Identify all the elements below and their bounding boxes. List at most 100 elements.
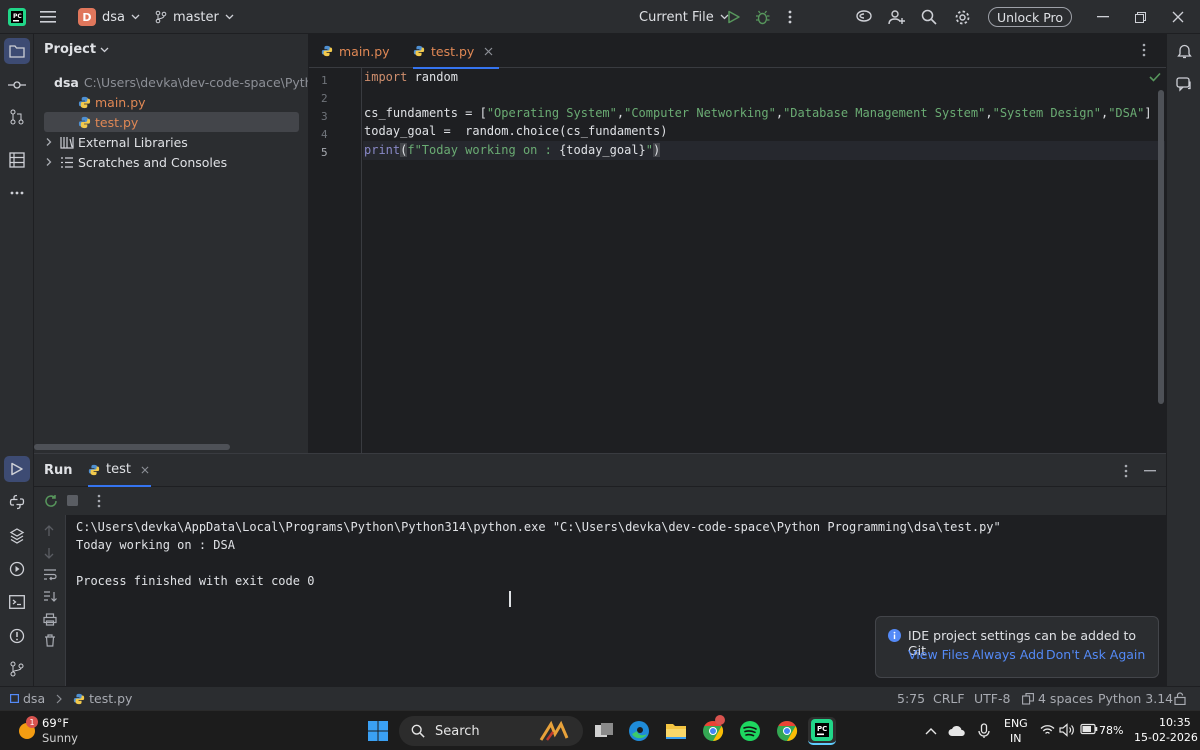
chrome-profile-icon[interactable] bbox=[773, 717, 801, 745]
breadcrumb: dsa test.py bbox=[10, 687, 132, 710]
commit-tool-button[interactable] bbox=[4, 72, 30, 98]
run-toolbar-more-icon[interactable] bbox=[97, 494, 101, 508]
restore-window-icon[interactable] bbox=[1135, 0, 1146, 34]
python-interpreter[interactable]: Python 3.14 bbox=[1098, 687, 1173, 710]
run-button[interactable] bbox=[727, 0, 741, 34]
breadcrumb-file[interactable]: test.py bbox=[89, 691, 132, 706]
main-menu-icon[interactable] bbox=[40, 0, 56, 34]
battery-icon[interactable] bbox=[1080, 723, 1098, 735]
trash-icon[interactable] bbox=[44, 634, 56, 647]
code-text: today_goal = random.choice(cs_fundaments… bbox=[364, 124, 668, 138]
tab-test-py[interactable]: test.py bbox=[413, 34, 500, 69]
pycharm-taskbar-icon[interactable]: PC bbox=[808, 717, 836, 745]
stop-icon[interactable] bbox=[67, 495, 78, 506]
edge-browser-icon[interactable] bbox=[625, 717, 653, 745]
project-panel-header[interactable]: Project bbox=[44, 42, 109, 57]
add-user-icon[interactable] bbox=[888, 0, 906, 34]
language-code[interactable]: ENG bbox=[1004, 717, 1028, 730]
file-encoding[interactable]: UTF-8 bbox=[974, 687, 1010, 710]
tree-scratches-consoles[interactable]: Scratches and Consoles bbox=[44, 152, 299, 172]
console-output-line: Process finished with exit code 0 bbox=[76, 574, 315, 588]
run-tab-test[interactable]: test bbox=[88, 454, 151, 487]
indent-setting[interactable]: 4 spaces bbox=[1022, 687, 1093, 710]
editor-vertical-scrollbar[interactable] bbox=[1158, 90, 1164, 404]
ai-assistant-icon[interactable] bbox=[855, 0, 873, 34]
show-hidden-icons-chevron-icon[interactable] bbox=[917, 717, 945, 745]
run-config-selector[interactable]: Current File bbox=[639, 0, 729, 34]
code-line-3[interactable]: cs_fundaments = ["Operating System","Com… bbox=[364, 104, 1152, 122]
wifi-icon[interactable] bbox=[1040, 724, 1055, 736]
dont-ask-again-link[interactable]: Don't Ask Again bbox=[1046, 647, 1145, 662]
view-files-link[interactable]: View Files bbox=[908, 647, 969, 662]
line-number: 3 bbox=[321, 110, 328, 123]
string-literal: " bbox=[645, 143, 654, 157]
run-tool-button[interactable] bbox=[4, 456, 30, 482]
close-tab-icon[interactable] bbox=[141, 466, 149, 474]
scroll-up-icon[interactable] bbox=[44, 525, 54, 537]
more-tools-icon[interactable] bbox=[4, 180, 30, 206]
caret-position[interactable]: 5:75 bbox=[897, 687, 925, 710]
print-icon[interactable] bbox=[43, 613, 57, 626]
line-separator[interactable]: CRLF bbox=[933, 687, 965, 710]
project-tool-button[interactable] bbox=[4, 38, 30, 64]
python-file-icon bbox=[88, 464, 100, 475]
breadcrumb-project[interactable]: dsa bbox=[23, 691, 45, 706]
scroll-down-icon[interactable] bbox=[44, 547, 54, 559]
run-panel-options-icon[interactable] bbox=[1124, 464, 1128, 478]
minimize-window-icon[interactable] bbox=[1097, 0, 1109, 34]
file-explorer-icon[interactable] bbox=[662, 717, 690, 745]
debug-button[interactable] bbox=[755, 0, 770, 34]
pycharm-logo-icon[interactable]: PC bbox=[8, 0, 26, 34]
taskbar-search[interactable]: Search bbox=[399, 716, 583, 746]
unlock-pro-button[interactable]: Unlock Pro bbox=[988, 7, 1072, 27]
spotify-icon[interactable] bbox=[736, 717, 764, 745]
services-run-tool-button[interactable] bbox=[4, 556, 30, 582]
tree-external-libraries[interactable]: External Libraries bbox=[44, 132, 299, 152]
problems-tool-button[interactable] bbox=[4, 623, 30, 649]
ai-chat-tool-button[interactable] bbox=[1171, 71, 1197, 97]
microphone-icon[interactable] bbox=[970, 717, 998, 745]
no-problems-check-icon[interactable] bbox=[1149, 72, 1161, 82]
tree-file-test-py[interactable]: test.py bbox=[44, 112, 299, 132]
lock-icon[interactable] bbox=[1174, 687, 1186, 710]
project-horizontal-scrollbar[interactable] bbox=[34, 444, 230, 450]
tree-root-dsa[interactable]: dsa C:\Users\devka\dev-code-space\Python bbox=[44, 72, 308, 92]
python-packages-tool-button[interactable] bbox=[4, 489, 30, 515]
code-line-5[interactable]: print(f"Today working on : {today_goal}"… bbox=[364, 141, 661, 159]
editor-tabs-menu-icon[interactable] bbox=[1142, 43, 1146, 57]
clock-date[interactable]: 15-02-2026 bbox=[1134, 731, 1198, 744]
project-switcher[interactable]: D dsa bbox=[78, 0, 140, 34]
terminal-tool-button[interactable] bbox=[4, 589, 30, 615]
code-line-4[interactable]: today_goal = random.choice(cs_fundaments… bbox=[364, 122, 667, 140]
tab-main-py[interactable]: main.py bbox=[321, 34, 390, 68]
line-number: 2 bbox=[321, 92, 328, 105]
services-tool-button[interactable] bbox=[4, 523, 30, 549]
minimize-panel-icon[interactable] bbox=[1144, 470, 1156, 472]
git-icon bbox=[10, 661, 24, 677]
close-window-icon[interactable] bbox=[1172, 0, 1184, 34]
project-name: dsa bbox=[102, 9, 125, 25]
git-tool-button[interactable] bbox=[4, 656, 30, 682]
onedrive-cloud-icon[interactable] bbox=[943, 717, 971, 745]
soft-wrap-icon[interactable] bbox=[43, 569, 57, 581]
notifications-tool-button[interactable] bbox=[1171, 38, 1197, 64]
search-icon[interactable] bbox=[921, 0, 937, 34]
rerun-icon[interactable] bbox=[44, 494, 58, 508]
tree-file-main-py[interactable]: main.py bbox=[44, 92, 299, 112]
structure-tool-button[interactable] bbox=[4, 147, 30, 173]
windows-start-icon[interactable] bbox=[364, 717, 392, 745]
always-add-link[interactable]: Always Add bbox=[972, 647, 1044, 662]
task-view-icon[interactable] bbox=[590, 717, 618, 745]
console-output-line: C:\Users\devka\AppData\Local\Programs\Py… bbox=[76, 520, 1001, 534]
volume-icon[interactable] bbox=[1059, 723, 1075, 737]
scroll-to-end-icon[interactable] bbox=[43, 591, 57, 603]
pull-requests-tool-button[interactable] bbox=[4, 104, 30, 130]
branch-switcher[interactable]: master bbox=[155, 0, 234, 34]
clock-time[interactable]: 10:35 bbox=[1159, 716, 1191, 729]
settings-gear-icon[interactable] bbox=[954, 0, 971, 34]
weather-widget[interactable]: 1 bbox=[16, 716, 38, 741]
close-tab-icon[interactable] bbox=[484, 47, 493, 56]
code-line-1[interactable]: import random bbox=[364, 68, 458, 86]
chrome-browser-icon[interactable] bbox=[699, 715, 727, 745]
more-actions-icon[interactable] bbox=[788, 0, 792, 34]
